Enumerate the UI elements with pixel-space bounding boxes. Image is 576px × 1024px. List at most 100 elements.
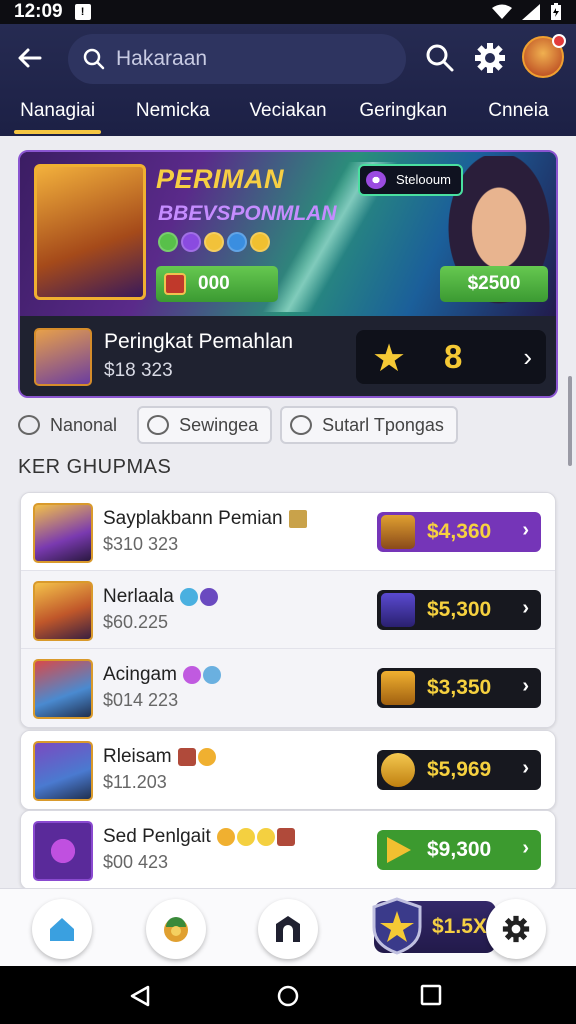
item-name-wrap: Nerlaala: [103, 586, 218, 608]
buy-button[interactable]: $3,350 ›: [377, 668, 541, 708]
chat-bubble-icon: [18, 415, 40, 435]
item-icon: [381, 593, 415, 627]
item-price: $310 323: [103, 534, 179, 554]
item-badges: [177, 747, 216, 766]
tab-veciakan[interactable]: Veciakan: [230, 96, 345, 136]
recents-square-icon[interactable]: [420, 984, 442, 1006]
filter-chips: Nanonal Sewingea Sutarl Tpongas: [18, 406, 458, 444]
back-triangle-icon[interactable]: [128, 984, 152, 1008]
star-icon: [256, 827, 275, 846]
buy-button[interactable]: $4,360 ›: [377, 512, 541, 552]
search-icon[interactable]: [424, 42, 456, 74]
shop-button[interactable]: [146, 899, 206, 959]
item-price: $60.225: [103, 612, 169, 632]
star-icon: [202, 665, 221, 684]
buy-button-label: $5,300: [427, 598, 492, 621]
status-icons: [492, 3, 562, 21]
star-shield-icon: [372, 897, 422, 955]
buy-button-label: $4,360: [427, 520, 492, 543]
banner-rank-number: 8: [444, 338, 463, 375]
buy-button[interactable]: $9,300 ›: [377, 830, 541, 870]
chat-bubble-icon: [147, 415, 170, 435]
tab-geringkan[interactable]: Geringkan: [346, 96, 461, 136]
buy-button[interactable]: $5,300 ›: [377, 590, 541, 630]
featured-banner[interactable]: PERIMAN BBEVSPONMLAN Stelooum 000 $2500 …: [18, 150, 558, 398]
search-icon: [83, 48, 105, 70]
item-thumbnail: [33, 503, 93, 563]
buy-button-label: $9,300: [427, 838, 492, 861]
filter-label: Sewingea: [179, 414, 259, 435]
scrollbar[interactable]: [568, 376, 572, 466]
back-arrow-icon[interactable]: [14, 42, 46, 74]
chest-icon: [276, 827, 295, 846]
tab-nemicka[interactable]: Nemicka: [115, 96, 230, 136]
avatar[interactable]: [522, 34, 566, 78]
item-icon: [164, 273, 186, 295]
list-item[interactable]: Rleisam $11.203 $5,969 ›: [21, 731, 555, 809]
filter-chip-sewingea[interactable]: Sewingea: [137, 406, 273, 444]
system-navigation-bar: [0, 966, 576, 1024]
banner-subtitle: BBEVSPONMLAN: [158, 202, 337, 225]
item-name: Rleisam: [103, 746, 172, 767]
status-time: 12:09: [14, 1, 63, 22]
item-name-wrap: Acingam: [103, 664, 221, 686]
item-list: Sed Penlgait $00 423 $9,300 ›: [20, 810, 556, 888]
battery-icon: [551, 3, 561, 20]
chevron-right-icon: ›: [522, 757, 529, 779]
orb-icon: [227, 232, 247, 252]
item-icon: [381, 671, 415, 705]
gear-icon[interactable]: [474, 42, 506, 74]
filter-label: Nanonal: [50, 414, 118, 435]
item-list: Rleisam $11.203 $5,969 ›: [20, 730, 556, 810]
wallet-balance[interactable]: $1.5X: [372, 897, 496, 955]
orb-icon: [179, 587, 198, 606]
search-bar[interactable]: [68, 34, 406, 84]
home-circle-icon[interactable]: [276, 984, 300, 1008]
chest-icon: [177, 747, 196, 766]
banner-left-button-label: 000: [198, 273, 230, 294]
crossed-swords-icon: [288, 509, 307, 528]
banner-rank-button[interactable]: ★ 8 ›: [356, 330, 546, 384]
filter-chip-nanonal[interactable]: Nanonal: [18, 406, 129, 444]
play-icon: [387, 837, 411, 863]
item-name: Sed Penlgait: [103, 826, 211, 847]
item-price: $11.203: [103, 772, 167, 792]
list-item[interactable]: Acingam $014 223 $3,350 ›: [21, 649, 555, 727]
banner-thumb: [34, 328, 92, 386]
chevron-right-icon: ›: [523, 342, 532, 372]
gear-icon: [502, 915, 530, 943]
tab-cnneia[interactable]: Cnneia: [461, 96, 576, 136]
app-header: Nanagiai Nemicka Veciakan Geringkan Cnne…: [0, 24, 576, 136]
chevron-right-icon: ›: [522, 675, 529, 697]
wifi-icon: [492, 4, 512, 19]
banner-left-button[interactable]: 000: [156, 266, 278, 302]
banner-chip[interactable]: Stelooum: [358, 164, 463, 196]
settings-button[interactable]: [486, 899, 546, 959]
gem-icon: [199, 587, 218, 606]
section-title: KER GHUPMAS: [18, 456, 172, 478]
banner-info-bar: Peringkat Pemahlan $18 323 ★ 8 ›: [20, 316, 556, 396]
filter-chip-sutarl[interactable]: Sutarl Tpongas: [280, 406, 458, 444]
list-item[interactable]: Sed Penlgait $00 423 $9,300 ›: [21, 811, 555, 888]
star-icon: [204, 232, 224, 252]
signal-icon: [522, 4, 540, 20]
item-thumbnail: [33, 821, 93, 881]
item-badges: [216, 827, 295, 846]
search-input[interactable]: [116, 47, 366, 71]
buy-button[interactable]: $5,969 ›: [377, 750, 541, 790]
star-icon: ★: [372, 338, 407, 380]
list-item[interactable]: Nerlaala $60.225 $5,300 ›: [21, 571, 555, 649]
hero-character-image: [34, 164, 146, 300]
list-item[interactable]: Sayplakbann Pemian $310 323 $4,360 ›: [21, 493, 555, 571]
item-name: Nerlaala: [103, 586, 174, 607]
home-button[interactable]: [32, 899, 92, 959]
item-name: Sayplakbann Pemian: [103, 508, 283, 529]
chat-bubble-icon: [290, 415, 313, 435]
item-badges: [179, 587, 218, 606]
item-name: Acingam: [103, 664, 177, 685]
chevron-right-icon: ›: [522, 597, 529, 619]
banner-price-button[interactable]: $2500: [440, 266, 548, 302]
tab-bar: Nanagiai Nemicka Veciakan Geringkan Cnne…: [0, 96, 576, 136]
base-button[interactable]: [258, 899, 318, 959]
tab-nanagiai[interactable]: Nanagiai: [0, 96, 115, 136]
